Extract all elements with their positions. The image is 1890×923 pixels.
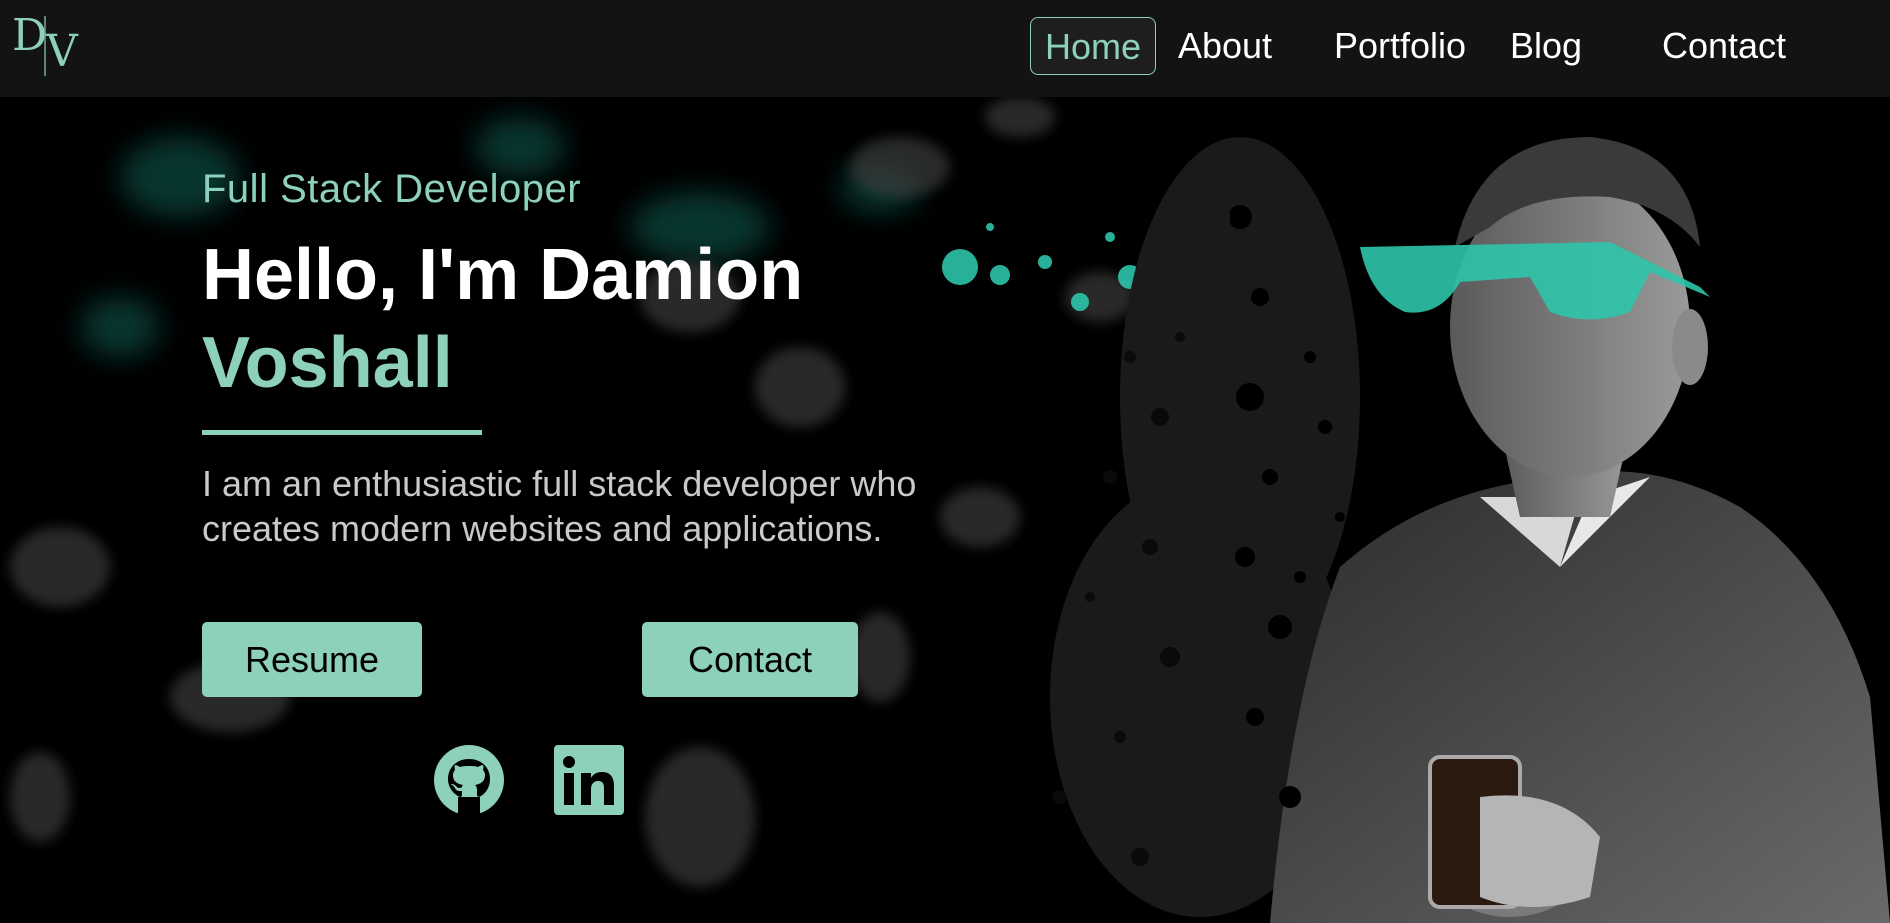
nav-blog[interactable]: Blog <box>1507 17 1585 75</box>
hero-headline: Hello, I'm Damion Voshall <box>202 231 803 407</box>
nav-about[interactable]: About <box>1170 17 1280 75</box>
github-icon[interactable] <box>434 745 504 815</box>
nav-contact[interactable]: Contact <box>1657 17 1791 75</box>
resume-button[interactable]: Resume <box>202 622 422 697</box>
logo-letter-d: D <box>12 10 48 61</box>
contact-button[interactable]: Contact <box>642 622 858 697</box>
portrait-illustration <box>1230 137 1890 923</box>
hero-surname: Voshall <box>202 323 453 403</box>
nav-portfolio[interactable]: Portfolio <box>1326 17 1474 75</box>
hero-subtitle: Full Stack Developer <box>202 167 582 211</box>
nav-home[interactable]: Home <box>1030 17 1156 75</box>
navbar: D V Home About Portfolio Blog Contact <box>0 0 1890 97</box>
linkedin-icon[interactable] <box>554 745 624 815</box>
logo-letter-v: V <box>46 26 78 77</box>
headline-underline <box>202 430 482 435</box>
hero-section: Full Stack Developer Hello, I'm Damion V… <box>0 97 1890 923</box>
site-logo[interactable]: D V <box>10 12 80 78</box>
hero-greeting: Hello, I'm Damion <box>202 235 804 315</box>
hero-bio: I am an enthusiastic full stack develope… <box>202 463 917 549</box>
